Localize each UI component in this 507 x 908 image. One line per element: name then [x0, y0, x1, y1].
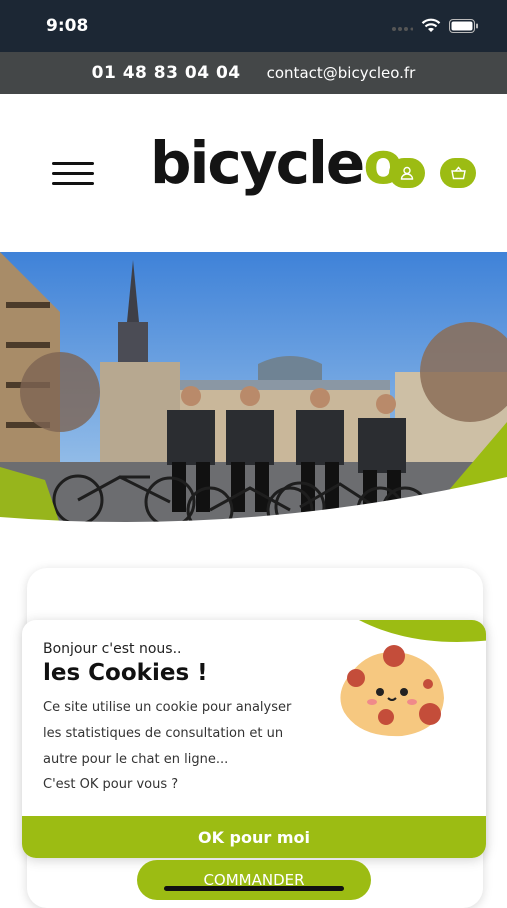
- cookie-text-line2: les statistiques de consultation et un: [43, 726, 284, 741]
- battery-icon: [449, 18, 478, 33]
- basket-icon: [450, 166, 466, 180]
- cookie-accept-button[interactable]: OK pour moi: [22, 816, 486, 858]
- commander-button[interactable]: COMMANDER: [137, 860, 371, 900]
- signal-icon: [392, 26, 413, 31]
- contact-bar: 01 48 83 04 04 contact@bicycleo.fr: [0, 52, 507, 94]
- site-logo[interactable]: bicycleo: [150, 134, 403, 192]
- hero-photo: [0, 252, 507, 524]
- logo-text: bicycle: [150, 129, 365, 197]
- cart-button[interactable]: [440, 158, 476, 188]
- status-bar: 9:08: [0, 0, 507, 52]
- site-header: bicycleo: [0, 94, 507, 252]
- user-icon: [400, 166, 414, 180]
- account-button[interactable]: [389, 158, 425, 188]
- cookie-icon: [340, 645, 444, 737]
- cookie-intro: Bonjour c'est nous..: [43, 641, 182, 657]
- hero-image: [0, 252, 507, 524]
- home-indicator: [164, 886, 344, 891]
- cookie-question: C'est OK pour vous ?: [43, 777, 179, 792]
- status-time: 9:08: [46, 16, 89, 36]
- cookie-title: les Cookies !: [43, 660, 208, 686]
- cookie-text-line3: autre pour le chat en ligne...: [43, 752, 229, 767]
- cookie-text-line1: Ce site utilise un cookie pour analyser: [43, 700, 292, 715]
- phone-link[interactable]: 01 48 83 04 04: [92, 63, 241, 83]
- email-link[interactable]: contact@bicycleo.fr: [267, 64, 416, 82]
- wifi-icon: [421, 18, 441, 32]
- menu-icon[interactable]: [52, 162, 94, 186]
- status-icons: [391, 18, 479, 33]
- cookie-banner: Bonjour c'est nous.. les Cookies ! Ce si…: [22, 620, 486, 858]
